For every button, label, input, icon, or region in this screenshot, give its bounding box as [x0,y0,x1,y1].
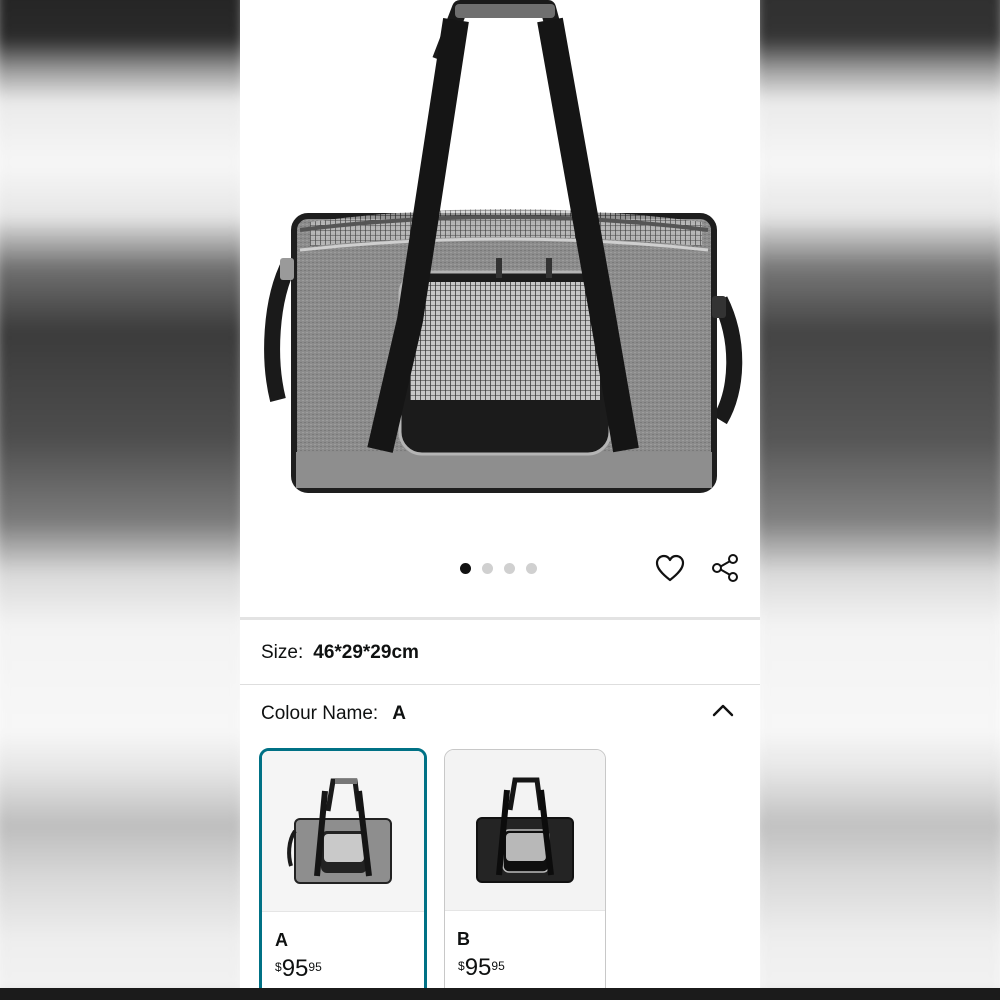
collapse-colour-button[interactable] [708,696,738,724]
row-divider [240,684,760,685]
colour-option-b[interactable]: B $ 95 95 [444,749,606,1000]
blurred-background-left [0,0,240,1000]
carousel-dot-3[interactable] [504,563,515,574]
carousel-dot-4[interactable] [526,563,537,574]
colour-option-b-thumbnail [445,750,605,911]
heart-outline-icon [655,554,685,582]
size-value: 46*29*29cm [313,642,419,663]
share-icon [712,554,738,582]
chevron-up-icon [712,704,734,717]
colour-row: Colour Name: A [261,703,406,725]
carousel-dot-2[interactable] [482,563,493,574]
bottom-edge [0,988,1000,1000]
image-carousel-indicator[interactable] [460,563,537,574]
carousel-dot-1[interactable] [460,563,471,574]
size-label: Size: [261,642,304,663]
share-button[interactable] [708,551,742,585]
colour-option-b-price: $ 95 95 [458,954,505,981]
colour-option-a-thumbnail [262,751,424,912]
colour-option-a-price: $ 95 95 [275,955,322,982]
blurred-background-right [760,0,1000,1000]
wishlist-button[interactable] [653,551,687,585]
product-detail-screen: Size: 46*29*29cm Colour Name: A A $ 95 9… [240,0,760,1000]
colour-option-a[interactable]: A $ 95 95 [259,748,427,1000]
size-row[interactable]: Size: 46*29*29cm [261,642,419,664]
section-divider [240,617,760,620]
product-image[interactable] [240,0,760,540]
colour-option-b-name: B [457,929,470,949]
colour-value: A [392,703,406,724]
colour-option-a-name: A [275,930,288,950]
colour-label: Colour Name: [261,703,379,724]
